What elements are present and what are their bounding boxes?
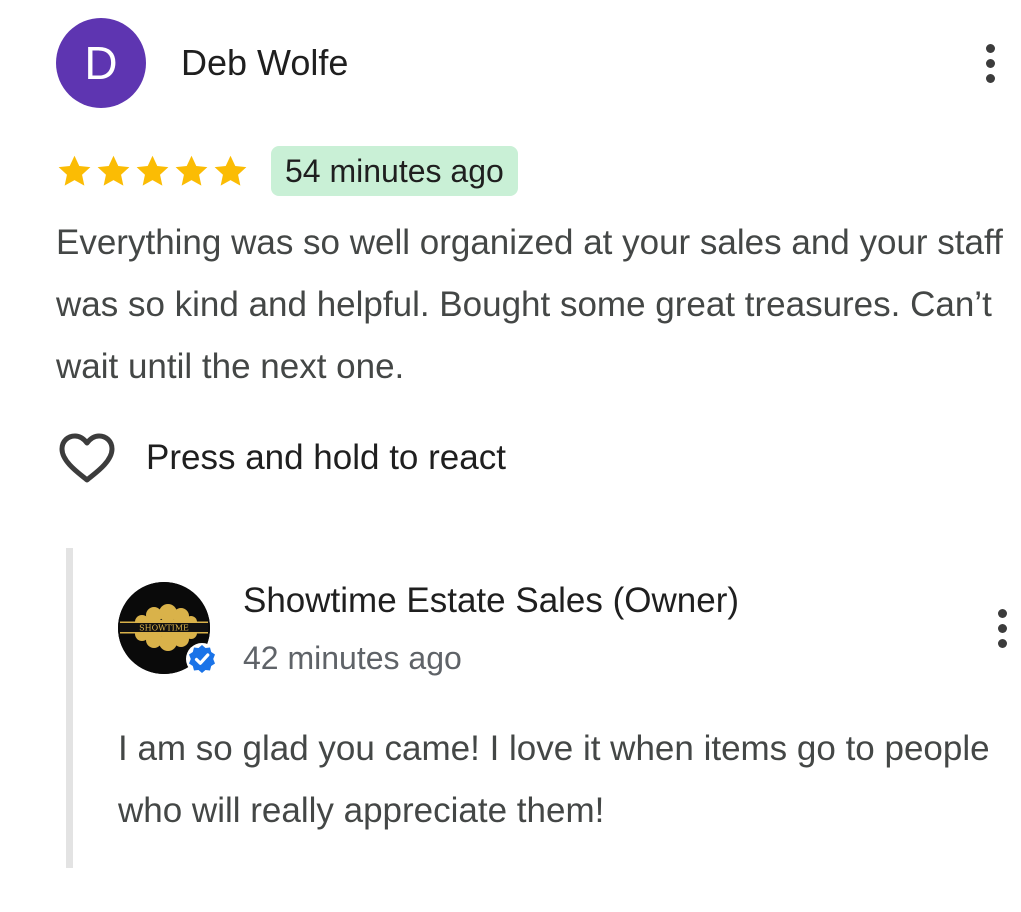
more-vert-icon (997, 608, 1007, 618)
star-icon (136, 155, 169, 186)
star-rating (56, 153, 249, 190)
heart-icon (59, 433, 115, 483)
reply-indent-bar (66, 548, 73, 868)
owner-name[interactable]: Showtime Estate Sales (Owner) (243, 581, 739, 621)
more-vert-icon-dot (997, 638, 1007, 648)
react-button[interactable]: Press and hold to react (58, 432, 506, 484)
star-icon (175, 155, 208, 186)
more-vert-icon-dot (985, 58, 995, 68)
verified-badge-icon (186, 643, 218, 675)
reply-time: 42 minutes ago (243, 640, 462, 676)
more-vert-icon-dot (997, 623, 1007, 633)
review-card: D Deb Wolfe 54 minutes ago Everything wa… (0, 0, 1021, 912)
star-icon (97, 155, 130, 186)
react-label: Press and hold to react (146, 438, 506, 477)
review-more-options-button[interactable] (978, 39, 1002, 87)
owner-logo-text: SHOWTIME (139, 624, 189, 633)
review-text: Everything was so well organized at your… (56, 223, 1003, 386)
star-icon (58, 155, 91, 186)
star-icon (214, 155, 247, 186)
reviewer-name[interactable]: Deb Wolfe (181, 42, 348, 84)
more-vert-icon-dot (985, 73, 995, 83)
reply-more-options-button[interactable] (990, 604, 1014, 652)
reply-text: I am so glad you came! I love it when it… (118, 729, 990, 830)
reviewer-avatar[interactable]: D (56, 18, 146, 108)
more-vert-icon (985, 43, 995, 53)
review-time-badge: 54 minutes ago (271, 146, 518, 196)
